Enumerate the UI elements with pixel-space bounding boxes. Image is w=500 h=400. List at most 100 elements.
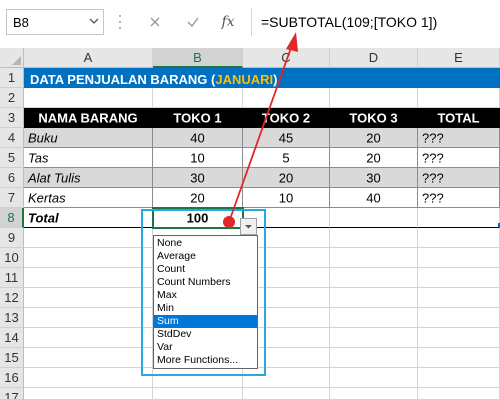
cell-value: ???	[422, 170, 444, 185]
title-month: JANUARI	[215, 72, 274, 87]
cell-value: ???	[422, 150, 444, 165]
header-nama-barang[interactable]: NAMA BARANG	[24, 108, 153, 128]
cell-value: 10	[278, 190, 294, 205]
table-row-total[interactable]: ???	[418, 188, 500, 208]
header-total[interactable]: TOTAL	[418, 108, 500, 128]
cell-value: 30	[190, 170, 205, 185]
row-header-12[interactable]: 12	[0, 288, 24, 308]
cell-value: Alat Tulis	[28, 170, 81, 185]
enter-icon[interactable]	[183, 12, 203, 32]
cell-value: 30	[366, 170, 381, 185]
cell-value: ???	[422, 130, 444, 145]
insert-function-button[interactable]: fx	[218, 12, 238, 32]
table-row-toko3[interactable]: 20	[330, 128, 418, 148]
row-header-9[interactable]: 9	[0, 228, 24, 248]
header-label: TOKO 3	[349, 110, 398, 125]
formula-text: =SUBTOTAL(109;[TOKO 1])	[261, 14, 438, 30]
row-header-14[interactable]: 14	[0, 328, 24, 348]
table-row-name[interactable]: Tas	[24, 148, 153, 168]
table-row-total[interactable]: ???	[418, 148, 500, 168]
table-row-name[interactable]: Alat Tulis	[24, 168, 153, 188]
row-header-5[interactable]: 5	[0, 148, 24, 168]
column-header-d[interactable]: D	[330, 48, 418, 68]
select-all-corner[interactable]	[0, 48, 24, 68]
table-row-total[interactable]: ???	[418, 168, 500, 188]
empty-cells-d[interactable]	[330, 228, 418, 400]
row-header-13[interactable]: 13	[0, 308, 24, 328]
cell-e2[interactable]	[418, 88, 500, 108]
row-header-11[interactable]: 11	[0, 268, 24, 288]
sheet-title: DATA PENJUALAN BARANG (JANUARI)	[30, 72, 278, 87]
row-header-4[interactable]: 4	[0, 128, 24, 148]
table-row-toko2[interactable]: 10	[243, 188, 330, 208]
table-row-total[interactable]: ???	[418, 128, 500, 148]
title-banner[interactable]: DATA PENJUALAN BARANG (JANUARI)	[24, 68, 500, 88]
row-header-17[interactable]: 17	[0, 388, 24, 400]
total-row-e[interactable]	[418, 208, 500, 228]
cell-value: 20	[366, 130, 381, 145]
column-header-a[interactable]: A	[24, 48, 153, 68]
row-header-15[interactable]: 15	[0, 348, 24, 368]
row-header-2[interactable]: 2	[0, 88, 24, 108]
row-header-6[interactable]: 6	[0, 168, 24, 188]
row-header-3[interactable]: 3	[0, 108, 24, 128]
formula-input[interactable]: =SUBTOTAL(109;[TOKO 1])	[251, 8, 500, 36]
cell-value: 40	[366, 190, 381, 205]
cell-value: 20	[278, 170, 294, 185]
cell-a2[interactable]	[24, 88, 153, 108]
cell-value: 45	[278, 130, 294, 145]
column-header-c[interactable]: C	[243, 48, 330, 68]
table-row-toko1[interactable]: 40	[153, 128, 243, 148]
table-row-toko2[interactable]: 20	[243, 168, 330, 188]
header-toko-2[interactable]: TOKO 2	[243, 108, 330, 128]
header-label: TOTAL	[437, 110, 480, 125]
table-row-toko3[interactable]: 20	[330, 148, 418, 168]
cell-value: ???	[422, 190, 444, 205]
header-label: TOKO 2	[261, 110, 311, 125]
callout-box	[141, 209, 266, 376]
name-box-value: B8	[13, 15, 29, 30]
table-row-toko2[interactable]: 5	[243, 148, 330, 168]
title-close: )	[273, 72, 278, 87]
header-label: NAMA BARANG	[38, 110, 138, 125]
table-row-toko3[interactable]: 30	[330, 168, 418, 188]
cell-value: Buku	[28, 130, 58, 145]
empty-cells-a[interactable]	[24, 228, 153, 400]
table-row-toko2[interactable]: 45	[243, 128, 330, 148]
table-row-name[interactable]: Buku	[24, 128, 153, 148]
total-label: Total	[28, 210, 59, 225]
row-header-1[interactable]: 1	[0, 68, 24, 88]
title-text: DATA PENJUALAN BARANG (	[30, 72, 216, 87]
cell-value: Tas	[28, 150, 49, 165]
total-row-d[interactable]	[330, 208, 418, 228]
table-row-toko1[interactable]: 30	[153, 168, 243, 188]
table-row-toko3[interactable]: 40	[330, 188, 418, 208]
row-header-8[interactable]: 8	[0, 208, 24, 228]
row-header-7[interactable]: 7	[0, 188, 24, 208]
table-row-toko1[interactable]: 10	[153, 148, 243, 168]
cell-c2[interactable]	[243, 88, 330, 108]
cell-value: 40	[190, 130, 205, 145]
header-label: TOKO 1	[173, 110, 222, 125]
total-label-cell[interactable]: Total	[24, 208, 153, 228]
cell-value: 20	[366, 150, 381, 165]
cell-value: 5	[282, 150, 290, 165]
cell-b2[interactable]	[153, 88, 243, 108]
chevron-down-icon[interactable]	[89, 16, 99, 26]
name-box[interactable]: B8	[6, 9, 104, 35]
cell-value: 20	[190, 190, 205, 205]
row-header-10[interactable]: 10	[0, 248, 24, 268]
cancel-icon[interactable]	[145, 12, 165, 32]
table-row-name[interactable]: Kertas	[24, 188, 153, 208]
header-toko-1[interactable]: TOKO 1	[153, 108, 243, 128]
formula-bar: B8 fx =SUBTOTAL(109;[TOKO 1])	[0, 0, 500, 44]
cell-value: Kertas	[28, 190, 66, 205]
header-toko-3[interactable]: TOKO 3	[330, 108, 418, 128]
table-row-toko1[interactable]: 20	[153, 188, 243, 208]
drag-handle-icon[interactable]	[118, 12, 122, 32]
empty-cells-e[interactable]	[418, 228, 500, 400]
column-header-e[interactable]: E	[418, 48, 500, 68]
column-header-b[interactable]: B	[153, 48, 243, 68]
row-header-16[interactable]: 16	[0, 368, 24, 388]
cell-d2[interactable]	[330, 88, 418, 108]
